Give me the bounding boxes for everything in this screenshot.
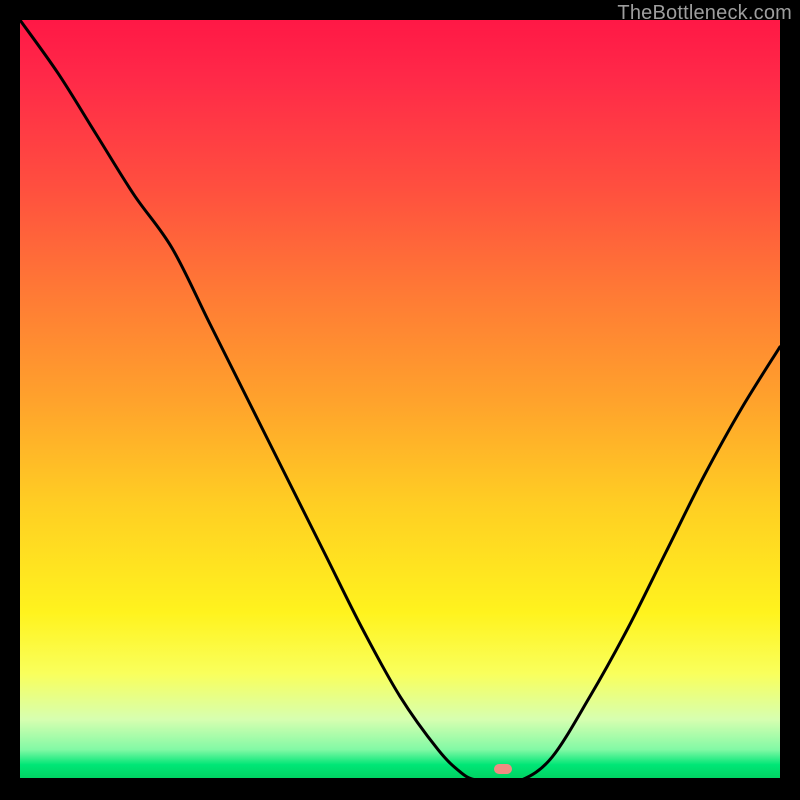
chart-frame: TheBottleneck.com [0, 0, 800, 800]
watermark-text: TheBottleneck.com [617, 2, 792, 25]
plot-area [20, 20, 780, 780]
optimal-marker [494, 764, 512, 774]
bottleneck-curve [20, 20, 780, 780]
